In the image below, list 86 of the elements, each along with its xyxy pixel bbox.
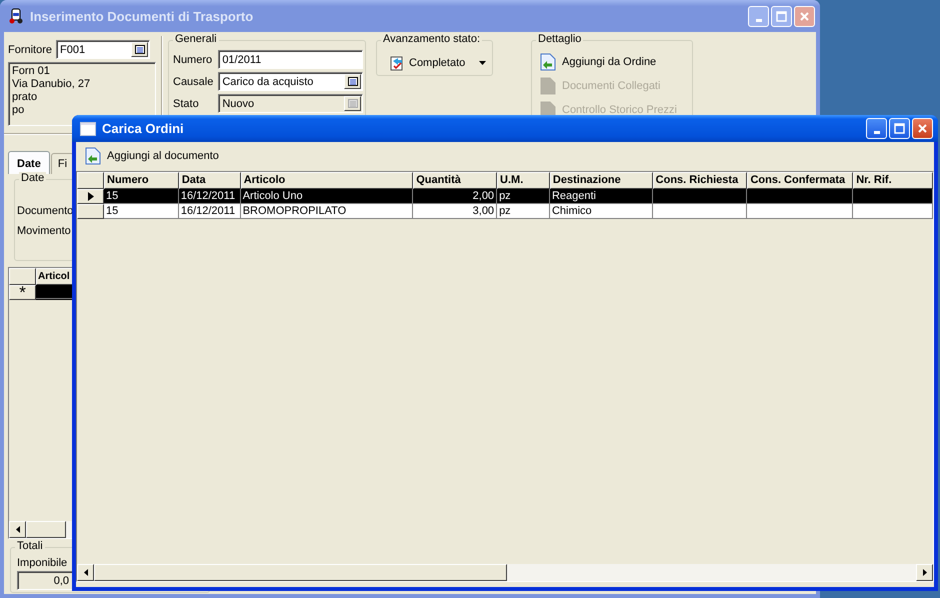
window-title: Carica Ordini [102,121,185,136]
address-line: prato [12,91,38,104]
maximize-button[interactable] [889,118,910,139]
list-icon [348,77,358,86]
field-value: 01/2011 [222,54,262,66]
address-line: Via Danubio, 27 [12,78,92,91]
table-cell: pz [497,204,550,219]
column-header[interactable]: Cons. Richiesta [652,172,748,189]
table-cell: 16/12/2011 [178,204,241,219]
group-title: Generali [173,33,219,45]
action-link[interactable]: Aggiungi da Ordine [540,53,692,71]
minimize-button[interactable] [748,6,769,26]
scrollbar-thumb[interactable] [94,564,507,581]
right-arrow-icon[interactable] [922,569,926,576]
close-button[interactable] [912,118,933,139]
horizontal-scrollbar[interactable] [77,564,933,581]
close-button[interactable] [794,6,815,26]
group-title: Totali [15,540,45,552]
minimize-button[interactable] [866,118,887,139]
table-row[interactable]: 15 16/12/2011 Articolo Uno 2,00 pz Reagenti [77,189,933,204]
column-header[interactable]: U.M. [497,172,550,189]
address-line: po [12,104,26,117]
close-icon [917,123,928,134]
table-cell: pz [497,189,550,204]
column-header[interactable]: Quantità [413,172,498,189]
group-title: Avanzamento stato: [381,33,482,45]
list-icon [348,99,358,108]
table-cell: 15 [104,204,179,219]
table-cell: 3,00 [413,204,498,219]
table-cell: 15 [104,189,179,204]
table-cell: Chimico [550,204,653,219]
field-value: F001 [60,44,86,56]
document-icon [540,77,556,95]
window-title: Inserimento Documenti di Trasporto [30,8,254,24]
table-cell: BROMOPROPILATO [240,204,414,219]
window-icon [80,122,96,136]
minimize-icon [874,131,880,134]
table-cell: Articolo Uno [240,189,414,204]
clipboard-check-icon [389,54,405,70]
document-arrow-icon [540,53,556,71]
field-label: Causale [173,76,214,88]
input-field[interactable]: 01/2011 [218,50,363,69]
close-icon [799,10,810,22]
table-row[interactable]: 15 16/12/2011 BROMOPROPILATO 3,00 pz Chimico [77,204,933,219]
maximize-icon [776,10,787,22]
left-arrow-icon[interactable] [84,569,88,576]
supplier-field[interactable]: F001 [56,40,150,59]
column-header[interactable]: Data [178,172,241,189]
app-icon [8,8,24,24]
document-arrow-icon [85,147,101,165]
list-icon [134,45,145,54]
address-line: Forn 01 [12,65,51,78]
left-arrow-icon[interactable] [16,526,20,533]
lookup-button[interactable] [131,42,148,57]
column-header[interactable]: Cons. Confermata [747,172,854,189]
dropdown-value[interactable]: Completato [409,56,475,68]
column-header[interactable]: Destinazione [550,172,653,189]
table-cell: 2,00 [413,189,498,204]
field-label: Movimento [17,225,71,237]
toolbar-button[interactable]: Aggiungi al documento [83,145,221,167]
maximize-icon [894,123,905,134]
scrollbar-thumb[interactable] [26,521,66,538]
table-cell: 16/12/2011 [178,189,241,204]
caret-icon[interactable] [479,60,486,64]
group-title: Date [19,172,46,184]
field-label: Fornitore [8,44,52,56]
lookup-button[interactable] [344,74,361,89]
input-field[interactable]: Carico da acquisto [218,72,363,91]
field-label: Imponibile [17,557,68,569]
new-row-marker: * [9,285,36,300]
group-title: Dettaglio [536,33,584,45]
row-pointer-icon [88,192,94,201]
table-cell: Reagenti [550,189,653,204]
tab[interactable]: Fi [50,153,74,174]
maximize-button[interactable] [771,6,792,26]
field-label: Stato [173,98,200,110]
minimize-icon [756,18,762,22]
tab[interactable]: Date [8,151,50,174]
column-header[interactable]: Numero [104,172,179,189]
column-header[interactable]: Articolo [240,172,414,189]
input-field[interactable]: 0,0 [17,571,73,590]
field-value: Nuovo [222,98,256,110]
field-label: Numero [173,54,214,66]
column-header[interactable]: Nr. Rif. [853,172,933,189]
field-value: Carico da acquisto [222,76,314,88]
field-label: Documento [17,205,74,217]
